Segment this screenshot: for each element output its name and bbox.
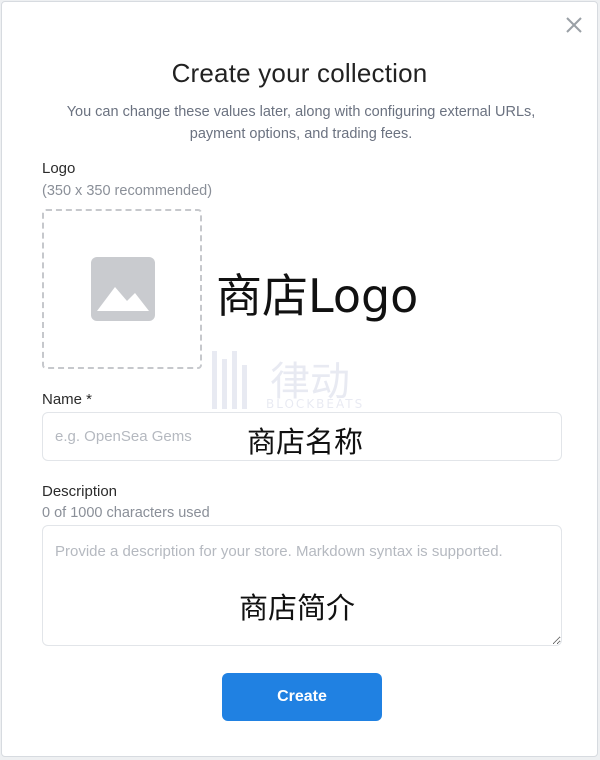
name-label: Name * [42, 391, 93, 408]
close-button[interactable] [563, 14, 585, 36]
watermark: 律动 BLOCKBEATS [210, 347, 400, 415]
logo-annotation: 商店Logo [216, 269, 419, 323]
modal-subtitle: You can change these values later, along… [66, 104, 536, 142]
modal-title: Create your collection [171, 58, 428, 88]
name-annotation: 商店名称 [247, 425, 364, 459]
watermark-bars-icon [212, 351, 247, 409]
close-icon [566, 17, 582, 33]
logo-label: Logo [42, 160, 76, 177]
watermark-subtext: BLOCKBEATS [266, 397, 365, 411]
description-label: Description [42, 483, 118, 500]
logo-upload-dropzone[interactable] [42, 209, 202, 369]
logo-hint: (350 x 350 recommended) [42, 183, 213, 199]
image-icon [91, 257, 155, 321]
create-button[interactable]: Create [222, 673, 382, 721]
create-collection-modal: Create your collection You can change th… [1, 1, 598, 757]
watermark-text: 律动 [270, 359, 350, 405]
description-counter: 0 of 1000 characters used [42, 505, 210, 521]
description-annotation: 商店简介 [239, 591, 356, 625]
